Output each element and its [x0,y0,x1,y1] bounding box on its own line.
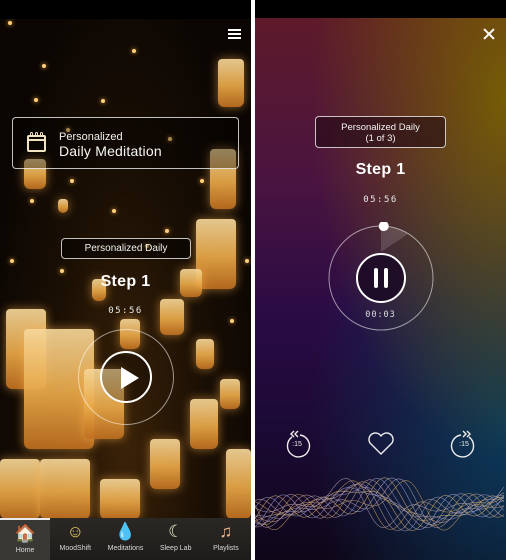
lantern [150,439,180,489]
lantern-light [70,179,74,183]
tab-moodshift[interactable]: ☺ MoodShift [50,518,100,560]
lantern-light [245,259,249,263]
smiley-faces-icon: ☺ [66,522,84,541]
moon-icon: ☾ [168,522,184,541]
pause-button[interactable] [356,253,406,303]
forward-label: :15 [459,441,469,448]
lantern [40,459,90,518]
status-bar [255,0,506,19]
duration-text: 05:56 [108,306,143,316]
wave-line [255,483,505,531]
tab-playlists[interactable]: ♫ Playlists [201,518,251,560]
hamburger-menu-icon[interactable] [228,29,241,39]
tab-label: MoodShift [59,545,92,552]
daily-meditation-card[interactable]: Personalized Daily Meditation [12,117,239,169]
home-icon: 🏠 [14,524,36,543]
lantern-background-image [0,19,251,518]
tab-sleep-lab[interactable]: ☾ Sleep Lab [151,518,201,560]
water-drop-icon: 💧 [114,522,137,541]
lantern-light [101,99,105,103]
card-title: Daily Meditation [59,143,162,159]
lantern-light [112,209,116,213]
lantern [196,339,214,369]
lantern [100,479,140,518]
tab-home[interactable]: 🏠 Home [0,518,51,560]
lantern [190,399,218,449]
lantern [58,199,68,213]
lantern-light [200,179,204,183]
play-icon [121,367,139,389]
tab-meditations[interactable]: 💧 Meditations [100,518,150,560]
tab-label: Home [15,547,35,554]
calendar-icon [27,132,46,152]
card-subtitle: Personalized [59,131,123,143]
lantern-light [165,229,169,233]
lantern [160,299,184,335]
lantern [218,59,244,107]
wave-line [255,479,505,523]
lantern-light [230,319,234,323]
play-button[interactable] [100,351,152,403]
pause-icon [374,268,378,288]
music-list-icon: ♫ [219,522,233,541]
sound-wave-visualization [255,477,505,532]
tab-label: Playlists [213,545,239,552]
close-icon[interactable] [483,28,495,40]
session-name-badge: Personalized Daily (1 of 3) [315,116,446,148]
player-screen: Personalized Daily (1 of 3) Step 1 05:56… [255,0,506,560]
session-name-badge: Personalized Daily [61,238,191,259]
lantern-light [34,98,38,102]
wave-line [255,477,505,525]
session-count: (1 of 3) [365,133,396,144]
lantern-light [42,64,46,68]
pause-icon [384,268,388,288]
tab-label: Sleep Lab [159,545,192,552]
lantern [220,379,240,409]
step-label: Step 1 [100,273,151,290]
home-screen: Personalized Daily Meditation Personaliz… [0,0,251,560]
lantern-light [132,49,136,53]
duration-text: 05:56 [363,195,398,205]
lantern-light [8,21,12,25]
lantern-light [30,199,34,203]
tab-label: Meditations [107,545,144,552]
lantern [226,449,251,518]
rewind-label: :15 [292,441,302,448]
wave-line [255,484,505,529]
bottom-tab-bar: 🏠 Home ☺ MoodShift 💧 Meditations ☾ Sleep… [0,518,251,560]
lantern [0,459,40,518]
elapsed-time: 00:03 [365,310,396,320]
lantern-light [10,259,14,263]
step-label: Step 1 [355,161,406,178]
status-bar [0,0,251,19]
session-name: Personalized Daily [341,122,420,133]
